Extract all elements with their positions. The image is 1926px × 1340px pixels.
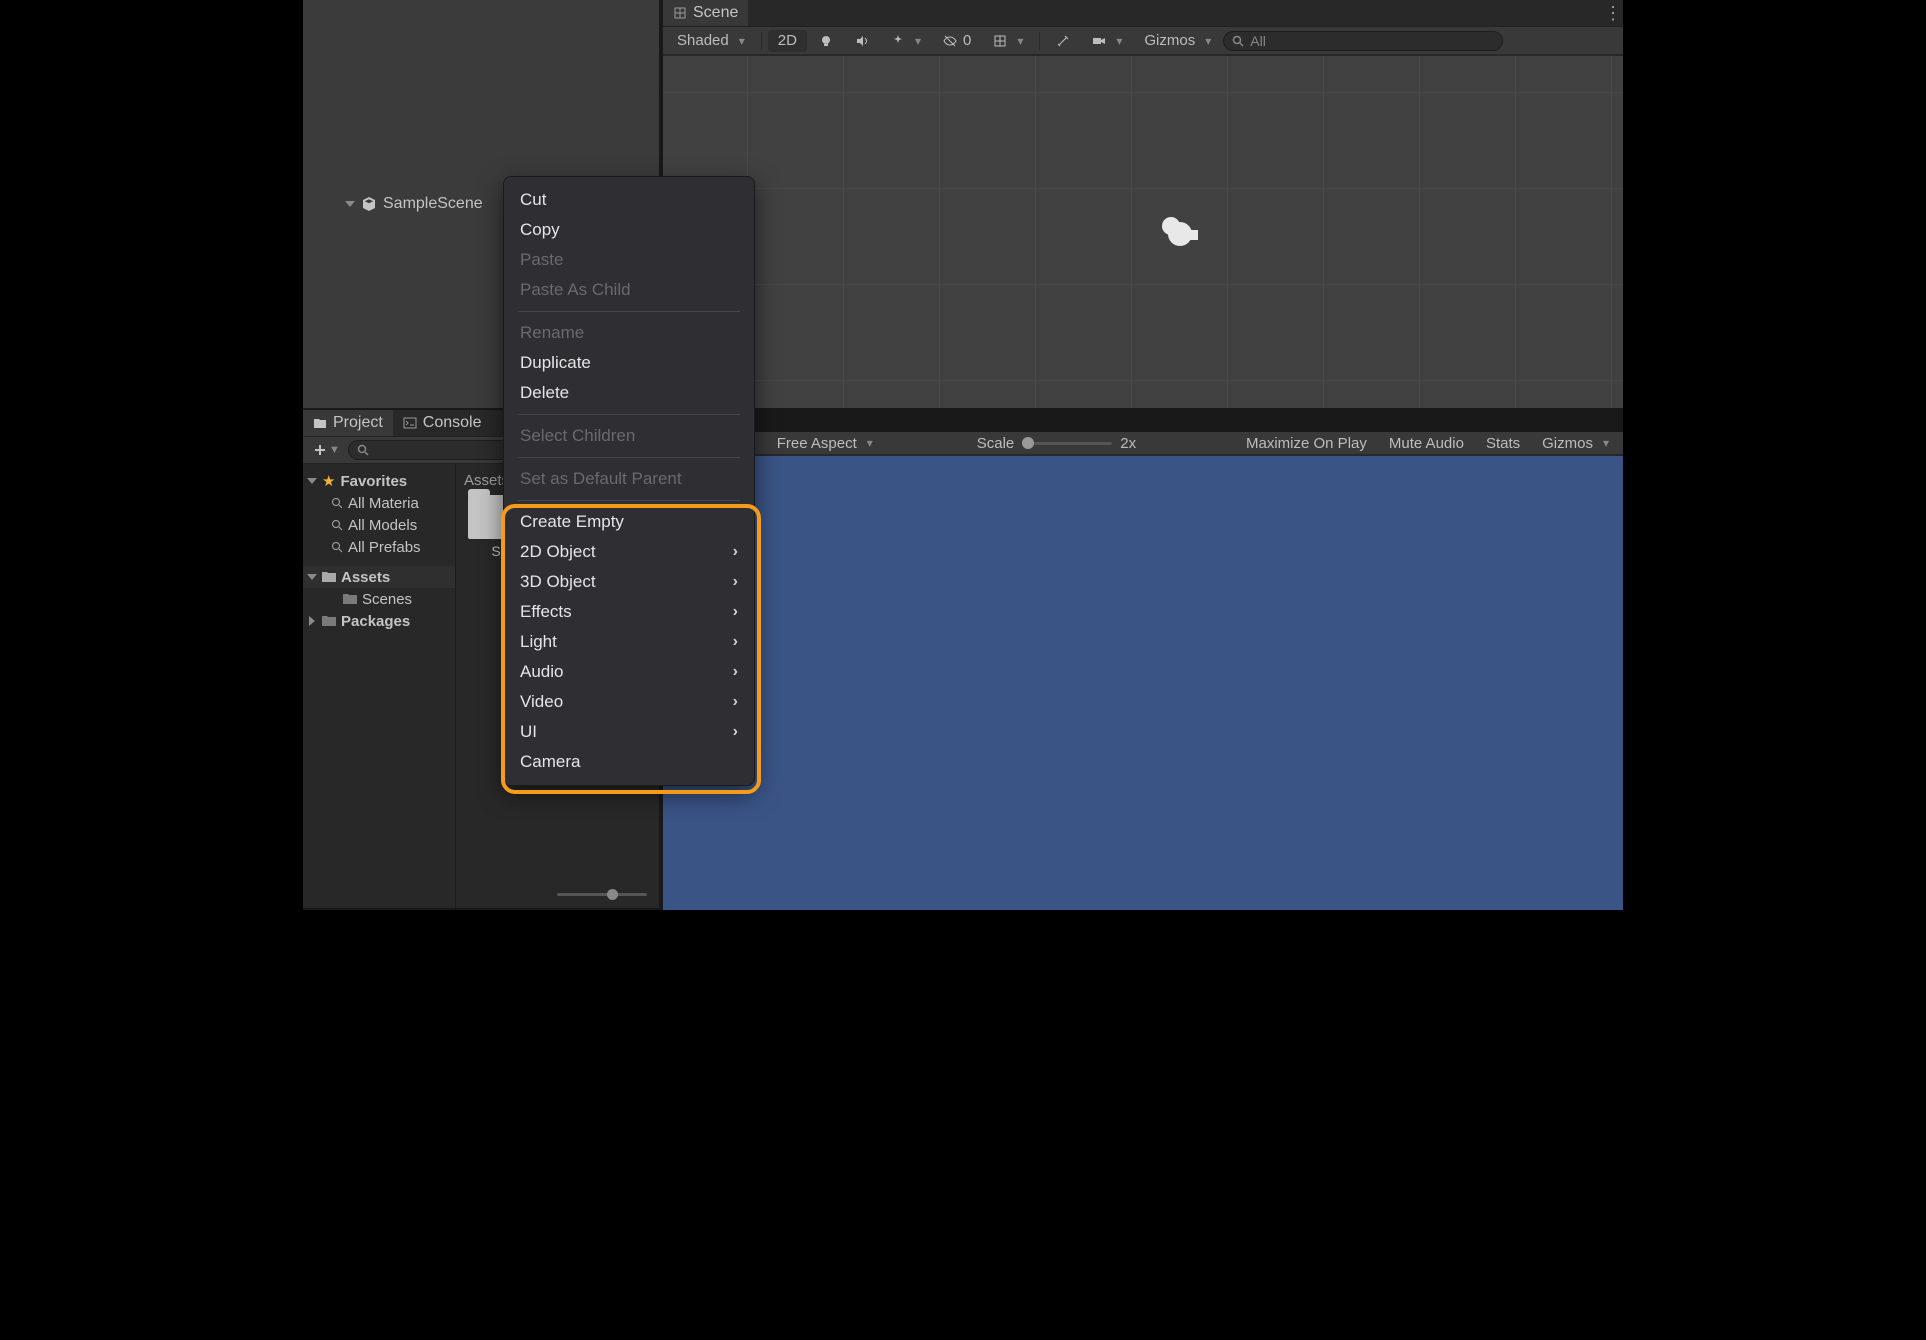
gizmos-dropdown[interactable]: Gizmos bbox=[1134, 30, 1221, 52]
effects-dropdown[interactable] bbox=[881, 30, 931, 52]
favorite-item[interactable]: All Models bbox=[303, 514, 455, 536]
cm-copy[interactable]: Copy bbox=[504, 215, 754, 245]
chevron-right-icon: › bbox=[733, 573, 738, 591]
search-icon bbox=[331, 497, 343, 509]
scene-toolbar: Shaded 2D 0 Gizmos All bbox=[663, 26, 1623, 54]
cm-2d-object[interactable]: 2D Object› bbox=[504, 537, 754, 567]
chevron-right-icon: › bbox=[733, 633, 738, 651]
camera-icon bbox=[1092, 34, 1106, 48]
console-tab[interactable]: Console bbox=[393, 410, 492, 436]
project-tree: ★Favorites All Materia All Models All Pr… bbox=[303, 464, 456, 908]
chevron-right-icon: › bbox=[733, 693, 738, 711]
folder-icon bbox=[313, 416, 327, 430]
eye-off-icon bbox=[943, 34, 957, 48]
console-icon bbox=[403, 416, 417, 430]
grid-icon bbox=[673, 6, 687, 20]
foldout-icon[interactable] bbox=[309, 616, 315, 626]
hidden-toggle[interactable]: 0 bbox=[933, 30, 981, 52]
lightbulb-icon bbox=[819, 34, 833, 48]
stats-toggle[interactable]: Stats bbox=[1476, 433, 1530, 453]
project-add-button[interactable]: ▼ bbox=[309, 443, 344, 457]
mute-toggle[interactable]: Mute Audio bbox=[1379, 433, 1474, 453]
unity-icon bbox=[361, 196, 377, 212]
favorite-item[interactable]: All Prefabs bbox=[303, 536, 455, 558]
shading-mode-dropdown[interactable]: Shaded bbox=[667, 30, 755, 52]
tools-icon bbox=[1056, 34, 1070, 48]
favorite-item[interactable]: All Materia bbox=[303, 492, 455, 514]
cm-video[interactable]: Video› bbox=[504, 687, 754, 717]
cm-ui[interactable]: UI› bbox=[504, 717, 754, 747]
folder-icon bbox=[343, 593, 357, 605]
folder-icon bbox=[322, 571, 336, 583]
scene-tab[interactable]: Scene bbox=[663, 0, 748, 26]
scale-value: 2x bbox=[1120, 435, 1136, 452]
plus-icon bbox=[313, 443, 327, 457]
context-menu: Cut Copy Paste Paste As Child Rename Dup… bbox=[503, 176, 755, 786]
search-icon bbox=[357, 444, 369, 456]
cm-cut[interactable]: Cut bbox=[504, 185, 754, 215]
cm-3d-object[interactable]: 3D Object› bbox=[504, 567, 754, 597]
search-icon bbox=[331, 519, 343, 531]
tools-button[interactable] bbox=[1046, 30, 1080, 52]
cm-delete[interactable]: Delete bbox=[504, 378, 754, 408]
scene-name: SampleScene bbox=[383, 195, 483, 213]
scene-search-input[interactable]: All bbox=[1223, 31, 1503, 51]
project-zoom-slider[interactable] bbox=[303, 886, 659, 902]
cm-create-empty[interactable]: Create Empty bbox=[504, 507, 754, 537]
game-gizmos-dropdown[interactable]: Gizmos bbox=[1532, 433, 1619, 453]
search-icon bbox=[331, 541, 343, 553]
scene-menu-icon[interactable]: ⋮ bbox=[1603, 3, 1623, 23]
foldout-icon[interactable] bbox=[345, 201, 355, 207]
cm-default-parent: Set as Default Parent bbox=[504, 464, 754, 494]
speaker-icon bbox=[855, 34, 869, 48]
audio-toggle[interactable] bbox=[845, 30, 879, 52]
scene-panel: Scene ⋮ Shaded 2D 0 Gizmos bbox=[663, 0, 1623, 408]
maximize-toggle[interactable]: Maximize On Play bbox=[1236, 433, 1377, 453]
grid-icon bbox=[993, 34, 1007, 48]
lighting-toggle[interactable] bbox=[809, 30, 843, 52]
sparkle-icon bbox=[891, 34, 905, 48]
aspect-dropdown[interactable]: Free Aspect bbox=[767, 433, 967, 453]
grid-dropdown[interactable] bbox=[983, 30, 1033, 52]
chevron-right-icon: › bbox=[733, 723, 738, 741]
scale-slider[interactable]: Scale 2x bbox=[969, 435, 1144, 452]
cm-duplicate[interactable]: Duplicate bbox=[504, 348, 754, 378]
scenes-folder[interactable]: Scenes bbox=[303, 588, 455, 610]
packages-folder[interactable]: Packages bbox=[303, 610, 455, 632]
camera-gizmo-icon[interactable] bbox=[1153, 214, 1201, 250]
cm-light[interactable]: Light› bbox=[504, 627, 754, 657]
scene-viewport[interactable] bbox=[663, 56, 1623, 408]
chevron-right-icon: › bbox=[733, 543, 738, 561]
cm-effects[interactable]: Effects› bbox=[504, 597, 754, 627]
cm-camera[interactable]: Camera bbox=[504, 747, 754, 777]
assets-folder[interactable]: Assets bbox=[303, 566, 455, 588]
search-icon bbox=[1232, 35, 1244, 47]
game-toolbar: Display 1 Free Aspect Scale 2x Maximize … bbox=[663, 432, 1623, 454]
game-viewport[interactable] bbox=[663, 456, 1623, 910]
cm-paste: Paste bbox=[504, 245, 754, 275]
cm-rename: Rename bbox=[504, 318, 754, 348]
2d-toggle[interactable]: 2D bbox=[768, 30, 807, 52]
game-panel: Display 1 Free Aspect Scale 2x Maximize … bbox=[663, 432, 1623, 910]
chevron-right-icon: › bbox=[733, 603, 738, 621]
favorites-header[interactable]: ★Favorites bbox=[303, 470, 455, 492]
project-tab[interactable]: Project bbox=[303, 410, 393, 436]
folder-icon bbox=[322, 615, 336, 627]
cm-select-children: Select Children bbox=[504, 421, 754, 451]
chevron-right-icon: › bbox=[733, 663, 738, 681]
cm-paste-child: Paste As Child bbox=[504, 275, 754, 305]
cm-audio[interactable]: Audio› bbox=[504, 657, 754, 687]
camera-dropdown[interactable] bbox=[1082, 30, 1132, 52]
